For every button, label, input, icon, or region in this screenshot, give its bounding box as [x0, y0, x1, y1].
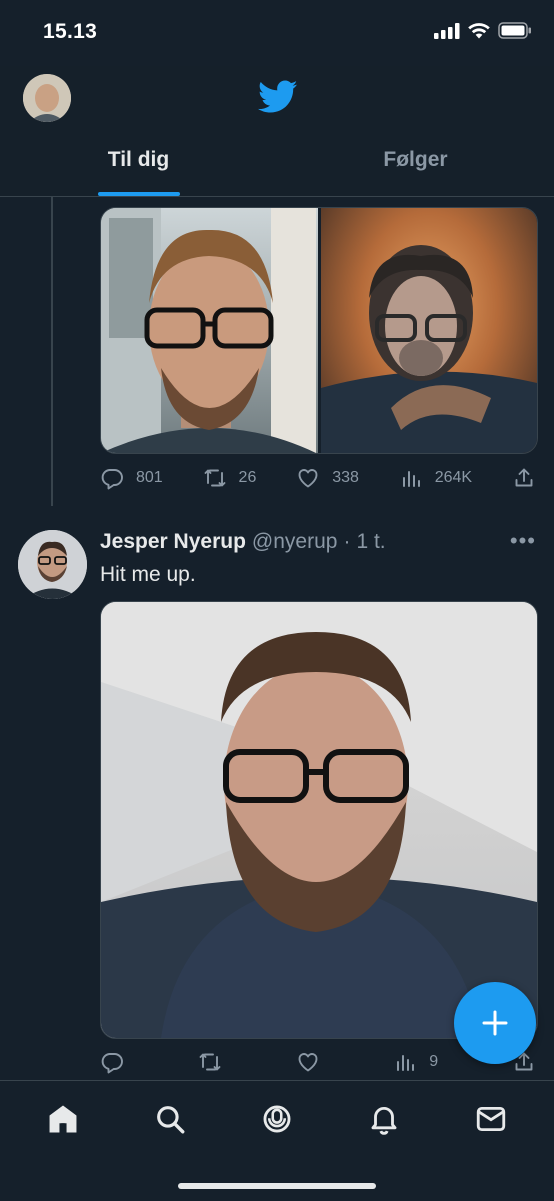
author-name[interactable]: Jesper Nyerup: [100, 530, 246, 554]
tweet-photo-illustration: [101, 602, 537, 1038]
feed-tabs: Til dig Følger: [0, 136, 554, 196]
reply-count: 801: [136, 469, 163, 486]
share-icon: [515, 468, 533, 487]
author-avatar-illustration: [18, 530, 87, 599]
tweet-time[interactable]: 1 t.: [356, 530, 385, 554]
tweet-media-grid[interactable]: [100, 207, 538, 454]
retweet-icon: [204, 469, 225, 487]
avatar-illustration: [23, 74, 71, 122]
home-icon: [49, 1105, 77, 1133]
more-options-icon[interactable]: •••: [510, 528, 536, 554]
tweet-text: Hit me up.: [100, 563, 196, 586]
nav-home[interactable]: [41, 1097, 85, 1141]
retweet-button[interactable]: 26: [203, 466, 257, 490]
heart-icon: [298, 469, 318, 488]
thread-line: [51, 196, 53, 506]
bottom-navigation: [0, 1080, 554, 1201]
views-count: 264K: [434, 469, 473, 486]
search-icon: [157, 1106, 185, 1134]
like-count: 338: [332, 469, 359, 486]
signal-icon: [434, 22, 460, 39]
photo-ape-illustration: [320, 245, 537, 453]
nav-messages[interactable]: [469, 1097, 513, 1141]
nav-search[interactable]: [148, 1097, 192, 1141]
reply-button[interactable]: 801: [100, 466, 163, 490]
plus-icon: [482, 1010, 508, 1036]
nav-notifications[interactable]: [362, 1097, 406, 1141]
battery-icon: [498, 22, 531, 39]
tab-following[interactable]: Følger: [277, 136, 554, 196]
tweet-photo[interactable]: [100, 601, 538, 1039]
bell-icon: [371, 1107, 397, 1135]
status-time: 15.13: [43, 20, 98, 43]
media-photo-ape[interactable]: [320, 208, 537, 453]
wifi-icon: [468, 22, 490, 38]
spaces-icon: [263, 1105, 291, 1133]
retweet-button-2[interactable]: [198, 1050, 222, 1074]
tab-for-you-label: Til dig: [107, 148, 170, 171]
views-icon: [397, 1055, 415, 1071]
share-button[interactable]: [512, 466, 536, 490]
tab-for-you[interactable]: Til dig: [0, 136, 277, 196]
author-handle[interactable]: @nyerup: [252, 530, 338, 554]
tab-following-label: Følger: [383, 148, 448, 171]
views-button[interactable]: 264K: [399, 466, 472, 490]
heart-icon: [298, 1053, 317, 1072]
system-indicators: [434, 22, 532, 39]
media-photo-man[interactable]: [101, 208, 318, 453]
views-button-2[interactable]: 9: [393, 1050, 438, 1074]
reply-button-2[interactable]: [100, 1050, 124, 1074]
twitter-logo-icon[interactable]: [258, 80, 298, 114]
nav-spaces[interactable]: [255, 1097, 299, 1141]
reply-icon: [101, 469, 123, 490]
like-button[interactable]: 338: [296, 466, 359, 490]
app-header: Til dig Følger: [0, 66, 554, 197]
active-tab-indicator: [97, 192, 180, 196]
profile-avatar[interactable]: [23, 74, 71, 122]
author-avatar[interactable]: [18, 530, 87, 599]
status-bar: 15.13: [0, 0, 554, 66]
retweet-count: 26: [238, 469, 257, 486]
retweet-icon: [199, 1053, 221, 1071]
tweet-header: Jesper Nyerup @nyerup · 1 t. •••: [100, 528, 540, 554]
tweet-actions: 801 26 338 264K: [100, 466, 536, 490]
like-button-2[interactable]: [296, 1050, 320, 1074]
home-indicator[interactable]: [178, 1183, 376, 1189]
mail-icon: [476, 1106, 505, 1132]
photo-man-illustration: [101, 208, 316, 453]
separator-dot: ·: [343, 530, 351, 553]
views-icon: [402, 471, 420, 487]
compose-button[interactable]: [454, 982, 536, 1064]
views-count-2: 9: [429, 1053, 439, 1070]
reply-icon: [101, 1053, 123, 1074]
